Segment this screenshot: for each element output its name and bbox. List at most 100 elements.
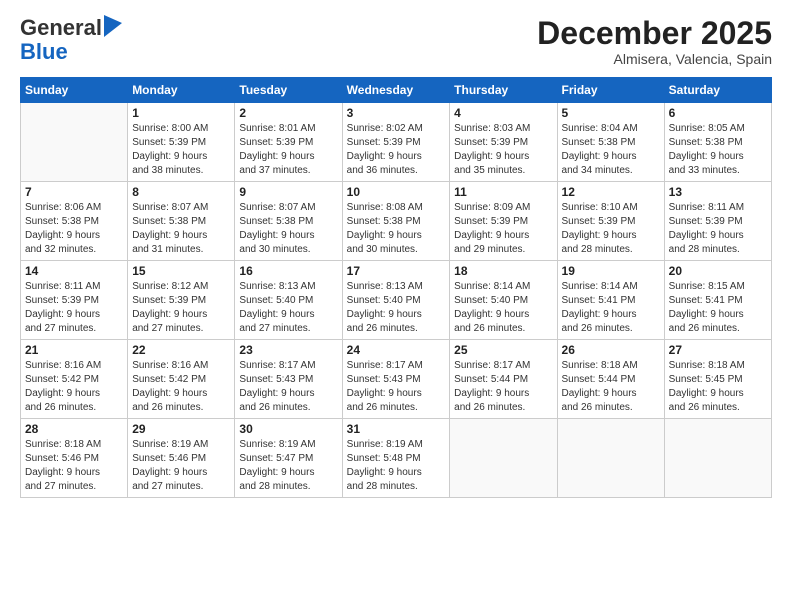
day-number: 20: [669, 264, 767, 278]
day-number: 8: [132, 185, 230, 199]
day-number: 3: [347, 106, 446, 120]
table-row: 4Sunrise: 8:03 AM Sunset: 5:39 PM Daylig…: [450, 103, 557, 182]
table-row: 27 Sunrise: 8:18 AM Sunset: 5:45 PM Dayli…: [664, 340, 771, 419]
day-number: 18: [454, 264, 552, 278]
table-row: 29 Sunrise: 8:19 AM Sunset: 5:46 PM Dayli…: [128, 419, 235, 498]
calendar-week-row: 7Sunrise: 8:06 AM Sunset: 5:38 PM Daylig…: [21, 182, 772, 261]
table-row: 13Sunrise: 8:11 AM Sunset: 5:39 PM Dayli…: [664, 182, 771, 261]
table-row: 22 Sunrise: 8:16 AM Sunset: 5:42 PM Dayli…: [128, 340, 235, 419]
day-number: 19: [562, 264, 660, 278]
col-monday: Monday: [128, 78, 235, 103]
day-number: 2: [239, 106, 337, 120]
calendar-week-row: 1 Sunrise: 8:00 AM Sunset: 5:39 PM Daylig…: [21, 103, 772, 182]
day-info: Sunrise: 8:07 AM Sunset: 5:38 PM Dayligh…: [239, 201, 337, 257]
calendar-week-row: 21 Sunrise: 8:16 AM Sunset: 5:42 PM Dayli…: [21, 340, 772, 419]
day-number: 7: [25, 185, 123, 199]
table-row: 24 Sunrise: 8:17 AM Sunset: 5:43 PM Dayli…: [342, 340, 450, 419]
day-info: Sunrise: 8:19 AM Sunset: 5:48 PM Dayligh…: [347, 438, 446, 494]
day-info: Sunrise: 8:07 AM Sunset: 5:38 PM Dayligh…: [132, 201, 230, 257]
calendar-body: 1 Sunrise: 8:00 AM Sunset: 5:39 PM Daylig…: [21, 103, 772, 498]
table-row: 8 Sunrise: 8:07 AM Sunset: 5:38 PM Daylig…: [128, 182, 235, 261]
col-sunday: Sunday: [21, 78, 128, 103]
table-row: 5 Sunrise: 8:04 AM Sunset: 5:38 PM Daylig…: [557, 103, 664, 182]
table-row: 6 Sunrise: 8:05 AM Sunset: 5:38 PM Daylig…: [664, 103, 771, 182]
col-thursday: Thursday: [450, 78, 557, 103]
table-row: 30Sunrise: 8:19 AM Sunset: 5:47 PM Dayli…: [235, 419, 342, 498]
calendar-week-row: 14Sunrise: 8:11 AM Sunset: 5:39 PM Dayli…: [21, 261, 772, 340]
table-row: 9Sunrise: 8:07 AM Sunset: 5:38 PM Daylig…: [235, 182, 342, 261]
day-info: Sunrise: 8:02 AM Sunset: 5:39 PM Dayligh…: [347, 122, 446, 178]
day-info: Sunrise: 8:13 AM Sunset: 5:40 PM Dayligh…: [347, 280, 446, 336]
day-number: 21: [25, 343, 123, 357]
day-info: Sunrise: 8:17 AM Sunset: 5:43 PM Dayligh…: [347, 359, 446, 415]
day-info: Sunrise: 8:11 AM Sunset: 5:39 PM Dayligh…: [25, 280, 123, 336]
col-tuesday: Tuesday: [235, 78, 342, 103]
month-title: December 2025: [537, 16, 772, 51]
table-row: [664, 419, 771, 498]
day-info: Sunrise: 8:15 AM Sunset: 5:41 PM Dayligh…: [669, 280, 767, 336]
day-info: Sunrise: 8:05 AM Sunset: 5:38 PM Dayligh…: [669, 122, 767, 178]
day-number: 17: [347, 264, 446, 278]
day-info: Sunrise: 8:18 AM Sunset: 5:45 PM Dayligh…: [669, 359, 767, 415]
day-number: 28: [25, 422, 123, 436]
table-row: 18 Sunrise: 8:14 AM Sunset: 5:40 PM Dayli…: [450, 261, 557, 340]
col-friday: Friday: [557, 78, 664, 103]
table-row: 25 Sunrise: 8:17 AM Sunset: 5:44 PM Dayli…: [450, 340, 557, 419]
table-row: 23Sunrise: 8:17 AM Sunset: 5:43 PM Dayli…: [235, 340, 342, 419]
day-number: 10: [347, 185, 446, 199]
day-info: Sunrise: 8:00 AM Sunset: 5:39 PM Dayligh…: [132, 122, 230, 178]
day-number: 13: [669, 185, 767, 199]
day-info: Sunrise: 8:12 AM Sunset: 5:39 PM Dayligh…: [132, 280, 230, 336]
logo-general: General: [20, 16, 102, 40]
table-row: 1 Sunrise: 8:00 AM Sunset: 5:39 PM Daylig…: [128, 103, 235, 182]
day-number: 15: [132, 264, 230, 278]
day-info: Sunrise: 8:17 AM Sunset: 5:44 PM Dayligh…: [454, 359, 552, 415]
day-number: 24: [347, 343, 446, 357]
day-info: Sunrise: 8:18 AM Sunset: 5:44 PM Dayligh…: [562, 359, 660, 415]
logo-icon: [104, 15, 122, 37]
day-info: Sunrise: 8:10 AM Sunset: 5:39 PM Dayligh…: [562, 201, 660, 257]
day-info: Sunrise: 8:14 AM Sunset: 5:41 PM Dayligh…: [562, 280, 660, 336]
day-number: 27: [669, 343, 767, 357]
table-row: 14Sunrise: 8:11 AM Sunset: 5:39 PM Dayli…: [21, 261, 128, 340]
table-row: [21, 103, 128, 182]
day-info: Sunrise: 8:08 AM Sunset: 5:38 PM Dayligh…: [347, 201, 446, 257]
table-row: 26Sunrise: 8:18 AM Sunset: 5:44 PM Dayli…: [557, 340, 664, 419]
table-row: 16Sunrise: 8:13 AM Sunset: 5:40 PM Dayli…: [235, 261, 342, 340]
day-info: Sunrise: 8:16 AM Sunset: 5:42 PM Dayligh…: [25, 359, 123, 415]
table-row: 3 Sunrise: 8:02 AM Sunset: 5:39 PM Daylig…: [342, 103, 450, 182]
day-info: Sunrise: 8:09 AM Sunset: 5:39 PM Dayligh…: [454, 201, 552, 257]
calendar-table: Sunday Monday Tuesday Wednesday Thursday…: [20, 77, 772, 498]
day-number: 25: [454, 343, 552, 357]
day-info: Sunrise: 8:04 AM Sunset: 5:38 PM Dayligh…: [562, 122, 660, 178]
table-row: 31Sunrise: 8:19 AM Sunset: 5:48 PM Dayli…: [342, 419, 450, 498]
day-number: 22: [132, 343, 230, 357]
day-number: 6: [669, 106, 767, 120]
table-row: 12Sunrise: 8:10 AM Sunset: 5:39 PM Dayli…: [557, 182, 664, 261]
day-number: 23: [239, 343, 337, 357]
table-row: 15 Sunrise: 8:12 AM Sunset: 5:39 PM Dayli…: [128, 261, 235, 340]
day-number: 5: [562, 106, 660, 120]
table-row: 28Sunrise: 8:18 AM Sunset: 5:46 PM Dayli…: [21, 419, 128, 498]
page-header: General Blue December 2025 Almisera, Val…: [20, 16, 772, 67]
day-number: 1: [132, 106, 230, 120]
day-info: Sunrise: 8:16 AM Sunset: 5:42 PM Dayligh…: [132, 359, 230, 415]
table-row: 2 Sunrise: 8:01 AM Sunset: 5:39 PM Daylig…: [235, 103, 342, 182]
day-info: Sunrise: 8:03 AM Sunset: 5:39 PM Dayligh…: [454, 122, 552, 178]
table-row: 11Sunrise: 8:09 AM Sunset: 5:39 PM Dayli…: [450, 182, 557, 261]
table-row: [557, 419, 664, 498]
table-row: [450, 419, 557, 498]
calendar-week-row: 28Sunrise: 8:18 AM Sunset: 5:46 PM Dayli…: [21, 419, 772, 498]
day-number: 29: [132, 422, 230, 436]
table-row: 17 Sunrise: 8:13 AM Sunset: 5:40 PM Dayli…: [342, 261, 450, 340]
table-row: 21 Sunrise: 8:16 AM Sunset: 5:42 PM Dayli…: [21, 340, 128, 419]
day-info: Sunrise: 8:14 AM Sunset: 5:40 PM Dayligh…: [454, 280, 552, 336]
table-row: 7Sunrise: 8:06 AM Sunset: 5:38 PM Daylig…: [21, 182, 128, 261]
logo: General Blue: [20, 16, 122, 64]
location-subtitle: Almisera, Valencia, Spain: [537, 51, 772, 67]
day-number: 16: [239, 264, 337, 278]
table-row: 10 Sunrise: 8:08 AM Sunset: 5:38 PM Dayli…: [342, 182, 450, 261]
day-info: Sunrise: 8:19 AM Sunset: 5:46 PM Dayligh…: [132, 438, 230, 494]
col-wednesday: Wednesday: [342, 78, 450, 103]
day-info: Sunrise: 8:01 AM Sunset: 5:39 PM Dayligh…: [239, 122, 337, 178]
